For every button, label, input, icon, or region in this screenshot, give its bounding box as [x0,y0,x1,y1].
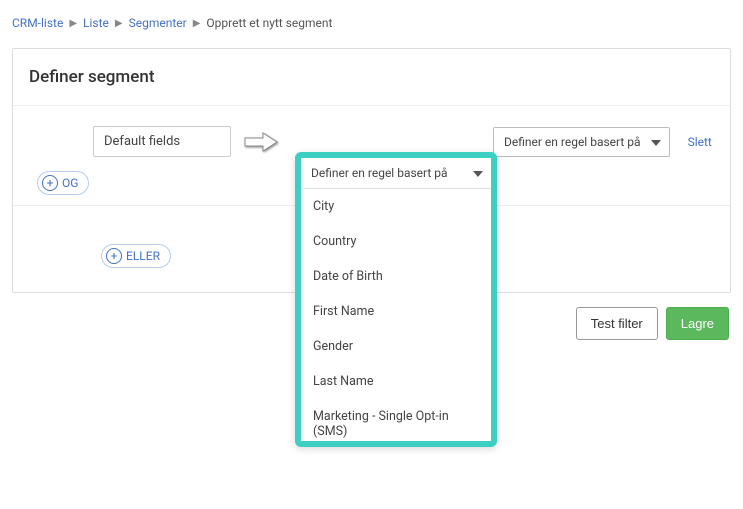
add-and-chip[interactable]: + OG [37,171,89,195]
rule-define-label: Definer en regel basert på [311,166,448,180]
caret-down-icon [651,135,661,149]
field-source-select[interactable]: Default fields [93,126,231,157]
plus-icon: + [106,248,122,264]
arrow-right-icon [243,130,279,154]
dropdown-option[interactable]: Date of Birth [301,259,491,294]
panel-title: Definer segment [13,49,730,106]
breadcrumb-link-crm-liste[interactable]: CRM-liste [12,16,63,30]
caret-down-icon [473,166,483,180]
save-button[interactable]: Lagre [666,307,729,340]
dropdown-option[interactable]: Gender [301,329,491,364]
chevron-right-icon: ▶ [115,18,123,29]
breadcrumb: CRM-liste ▶ Liste ▶ Segmenter ▶ Opprett … [12,12,731,48]
dropdown-option[interactable]: Country [301,224,491,259]
breadcrumb-link-liste[interactable]: Liste [83,16,109,30]
breadcrumb-link-segmenter[interactable]: Segmenter [129,16,187,30]
or-label: ELLER [126,249,160,263]
chevron-right-icon: ▶ [69,18,77,29]
chevron-right-icon: ▶ [193,18,201,29]
and-label: OG [62,176,78,190]
delete-rule-link[interactable]: Slett [688,135,712,149]
test-filter-button[interactable]: Test filter [576,307,658,340]
dropdown-option[interactable]: Last Name [301,364,491,399]
dropdown-option[interactable]: City [301,189,491,224]
rule-define-options-list[interactable]: City Country Date of Birth First Name Ge… [301,189,491,441]
plus-icon: + [42,175,58,191]
breadcrumb-current: Opprett et nytt segment [206,16,332,30]
dropdown-option[interactable]: Marketing - Single Opt-in (SMS) [301,399,491,441]
rule-define-select[interactable]: Definer en regel basert på [301,158,491,189]
add-or-chip[interactable]: + ELLER [101,244,171,268]
dropdown-option[interactable]: First Name [301,294,491,329]
rule-define-label-2: Definer en regel basert på [504,135,641,149]
rule-define-select-2[interactable]: Definer en regel basert på [493,127,670,157]
rule-define-dropdown-highlight: Definer en regel basert på City Country … [295,152,497,447]
